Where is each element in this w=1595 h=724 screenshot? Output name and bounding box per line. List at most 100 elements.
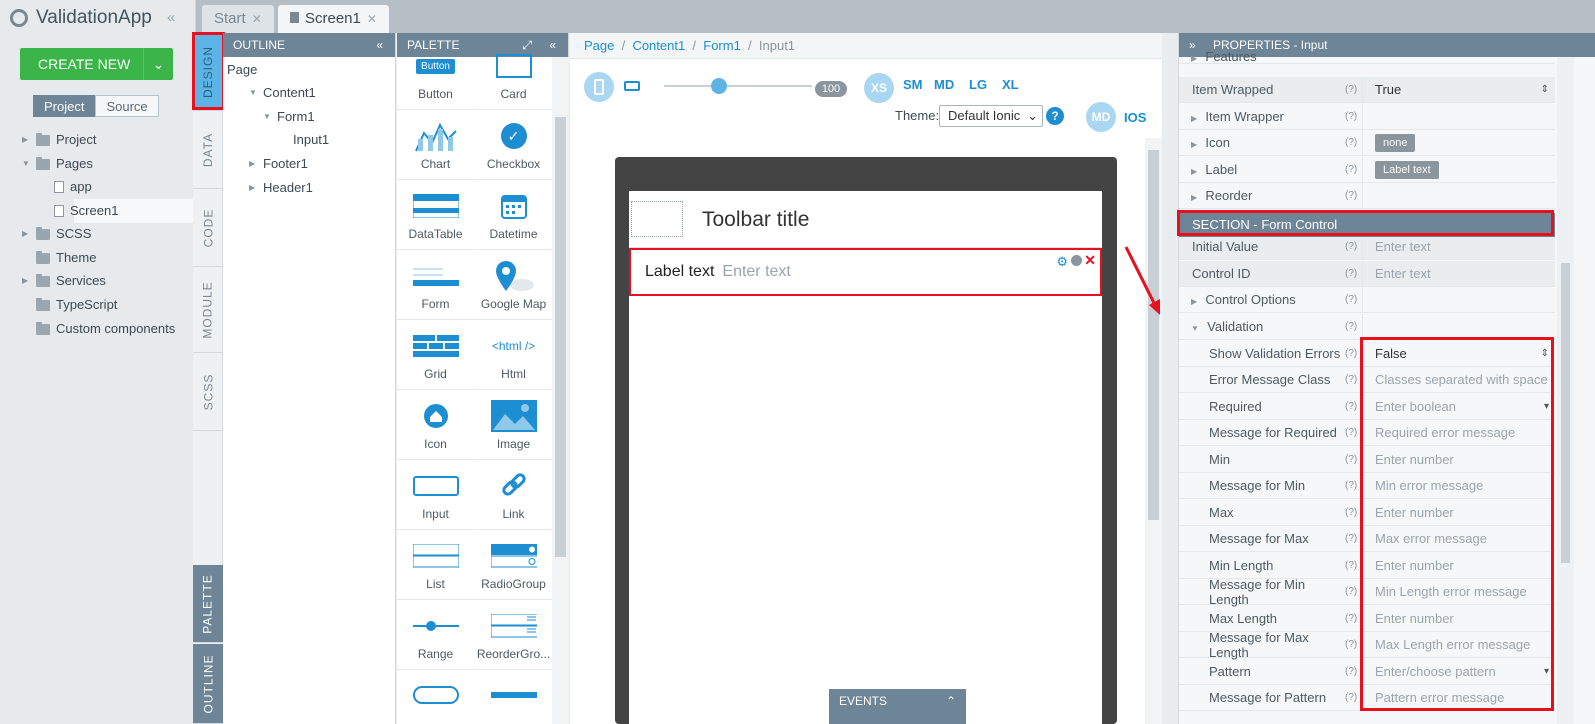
- chevron-right-icon[interactable]: ▶: [1191, 297, 1199, 306]
- tab-code[interactable]: CODE: [193, 189, 223, 267]
- events-panel-toggle[interactable]: EVENTS ⌃: [829, 689, 966, 724]
- property-row[interactable]: ▶ Item Wrapper (?): [1179, 104, 1555, 130]
- property-row[interactable]: ▶ Icon (?) none: [1179, 130, 1555, 156]
- help-icon[interactable]: (?): [1345, 190, 1362, 201]
- chevron-right-icon[interactable]: ▶: [1191, 54, 1199, 63]
- help-icon[interactable]: (?): [1345, 137, 1362, 148]
- input-item[interactable]: Label text Enter text ⚙ ✕: [629, 248, 1102, 296]
- property-value[interactable]: none: [1362, 130, 1555, 155]
- chevron-down-icon[interactable]: ▼: [1191, 324, 1201, 333]
- outline-item-form1[interactable]: ▼ Form1: [263, 106, 315, 128]
- help-icon[interactable]: ?: [1046, 107, 1064, 125]
- canvas-scrollbar[interactable]: [1145, 138, 1162, 724]
- palette-icon[interactable]: Icon: [397, 390, 474, 460]
- size-sm[interactable]: SM: [903, 77, 923, 92]
- tab-module[interactable]: MODULE: [193, 267, 223, 353]
- palette-html[interactable]: <html /> Html: [475, 320, 552, 390]
- chevron-right-icon[interactable]: ▶: [1191, 193, 1199, 202]
- help-icon[interactable]: (?): [1345, 84, 1362, 95]
- palette-button[interactable]: Button Button: [397, 47, 474, 110]
- outline-item-footer1[interactable]: ▶ Footer1: [249, 153, 308, 175]
- palette-input[interactable]: Input: [397, 460, 474, 530]
- property-row[interactable]: ▶ Reorder (?): [1179, 183, 1555, 209]
- breadcrumb-form1[interactable]: Form1: [703, 38, 741, 53]
- scroll-thumb[interactable]: [1148, 150, 1159, 520]
- tab-start[interactable]: Start ✕: [202, 5, 274, 33]
- tree-item-custom-components[interactable]: Custom components: [22, 318, 175, 340]
- property-value[interactable]: Enter text: [1362, 261, 1555, 286]
- chevron-right-icon[interactable]: ▶: [1191, 114, 1199, 123]
- property-row[interactable]: Control ID (?) Enter text: [1179, 261, 1555, 287]
- tab-palette[interactable]: PALETTE: [193, 565, 223, 643]
- size-md[interactable]: MD: [934, 77, 954, 92]
- help-icon[interactable]: (?): [1345, 321, 1362, 332]
- outline-item-input1[interactable]: Input1: [293, 129, 329, 151]
- tablet-device-icon[interactable]: [624, 81, 640, 91]
- palette-checkbox[interactable]: ✓ Checkbox: [475, 110, 552, 180]
- gear-icon[interactable]: ⚙: [1056, 254, 1068, 270]
- property-value[interactable]: [1362, 314, 1555, 339]
- property-value[interactable]: [1362, 183, 1555, 208]
- outline-item-page[interactable]: Page: [227, 59, 257, 81]
- input-field[interactable]: Enter text: [722, 263, 790, 281]
- toolbar-button-placeholder[interactable]: [631, 201, 683, 237]
- collapse-icon[interactable]: «: [376, 33, 383, 57]
- property-value[interactable]: Enter text: [1362, 234, 1555, 259]
- copy-icon[interactable]: [1071, 255, 1082, 266]
- tree-item-theme[interactable]: Theme: [22, 247, 96, 269]
- chevron-right-icon[interactable]: ▶: [1191, 140, 1199, 149]
- tab-project[interactable]: Project: [33, 95, 96, 117]
- help-icon[interactable]: (?): [1345, 241, 1362, 252]
- mode-ios[interactable]: IOS: [1124, 110, 1146, 125]
- phone-device-icon[interactable]: [584, 72, 614, 102]
- palette-reordergroup[interactable]: ReorderGro...: [475, 600, 552, 670]
- size-xl[interactable]: XL: [1002, 77, 1019, 92]
- tree-item-project[interactable]: ▶ Project: [22, 129, 96, 151]
- palette-list[interactable]: List: [397, 530, 474, 600]
- tab-source[interactable]: Source: [95, 95, 159, 117]
- tree-item-pages[interactable]: ▼ Pages: [22, 153, 93, 175]
- property-row[interactable]: ▶ Control Options (?): [1179, 287, 1555, 313]
- outline-item-content1[interactable]: ▼ Content1: [249, 82, 316, 104]
- palette-range[interactable]: Range: [397, 600, 474, 670]
- scroll-thumb[interactable]: [555, 117, 566, 557]
- help-icon[interactable]: (?): [1345, 111, 1362, 122]
- property-row[interactable]: ▶ Features: [1179, 49, 1555, 64]
- tab-data[interactable]: DATA: [193, 111, 223, 189]
- breadcrumb-page[interactable]: Page: [584, 38, 614, 53]
- palette-card[interactable]: Card: [475, 47, 552, 110]
- palette-form[interactable]: Form: [397, 250, 474, 320]
- help-icon[interactable]: (?): [1345, 294, 1362, 305]
- palette-radiogroup[interactable]: RadioGroup: [475, 530, 552, 600]
- tree-item-screen1[interactable]: Screen1: [54, 200, 118, 222]
- property-value[interactable]: True ⇕: [1362, 77, 1555, 102]
- help-icon[interactable]: (?): [1345, 268, 1362, 279]
- mode-md[interactable]: MD: [1086, 102, 1116, 132]
- palette-datetime[interactable]: Datetime: [475, 180, 552, 250]
- size-lg[interactable]: LG: [969, 77, 987, 92]
- theme-select[interactable]: Default Ionic ⌄: [939, 105, 1043, 127]
- properties-scrollbar[interactable]: [1557, 57, 1574, 724]
- property-value[interactable]: Label text: [1362, 157, 1555, 182]
- property-row[interactable]: Item Wrapped (?) True ⇕: [1179, 77, 1555, 103]
- palette-scrollbar[interactable]: [552, 57, 569, 724]
- close-icon[interactable]: ✕: [367, 12, 377, 26]
- outline-item-header1[interactable]: ▶ Header1: [249, 177, 313, 199]
- help-icon[interactable]: (?): [1345, 164, 1362, 175]
- palette-chart[interactable]: Chart: [397, 110, 474, 180]
- tree-item-services[interactable]: ▶ Services: [22, 270, 106, 292]
- palette-image[interactable]: Image: [475, 390, 552, 460]
- size-xs[interactable]: XS: [864, 73, 894, 103]
- chevron-right-icon[interactable]: ▶: [1191, 167, 1199, 176]
- create-new-button[interactable]: CREATE NEW ⌄: [20, 48, 173, 80]
- tree-item-scss[interactable]: ▶ SCSS: [22, 223, 91, 245]
- palette-datatable[interactable]: DataTable: [397, 180, 474, 250]
- close-icon[interactable]: ✕: [1084, 252, 1096, 269]
- close-icon[interactable]: ✕: [252, 12, 262, 26]
- palette-searchbar[interactable]: [397, 670, 474, 724]
- breadcrumb-content1[interactable]: Content1: [632, 38, 685, 53]
- tab-scss[interactable]: SCSS: [193, 353, 223, 431]
- scroll-thumb[interactable]: [1561, 263, 1570, 563]
- chevron-down-icon[interactable]: ⌄: [143, 48, 173, 80]
- tab-screen1[interactable]: Screen1 ✕: [278, 5, 389, 33]
